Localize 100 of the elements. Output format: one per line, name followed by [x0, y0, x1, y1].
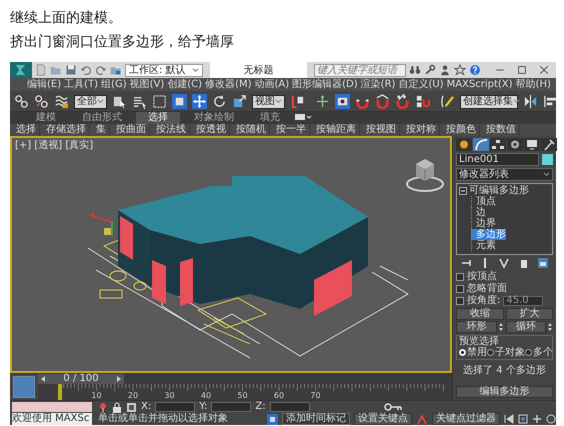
menu-item[interactable]: 图形编辑器(D) [291, 78, 359, 91]
dropdown[interactable]: 创建选择集 [460, 94, 518, 108]
workspace-dropdown[interactable]: 工作区: 默认 [125, 64, 203, 76]
stack-item[interactable]: 可编辑多边形 [469, 185, 529, 196]
viewport[interactable]: [+] [透视] [真实] [10, 136, 452, 373]
wrench-icon[interactable] [424, 64, 436, 76]
menu-item[interactable]: 渲染(R) [360, 78, 396, 91]
project-folder-icon[interactable] [110, 64, 122, 76]
key-icon[interactable] [384, 402, 402, 412]
configure-icon[interactable] [537, 257, 550, 269]
link-icon[interactable] [14, 94, 29, 109]
coordinate-field[interactable] [211, 402, 252, 412]
menu-item[interactable]: 编辑(E) [26, 78, 62, 91]
dropdown[interactable]: 视图 [252, 94, 285, 108]
stack-item[interactable]: 元素 [471, 240, 496, 251]
color-swatch-icon[interactable] [542, 154, 553, 165]
stack-item[interactable]: 多边形 [471, 229, 506, 240]
selection-button[interactable]: 扩大 [506, 308, 553, 320]
ribbon-tab[interactable]: 选择 [136, 112, 180, 124]
stack-item[interactable]: 边 [471, 207, 486, 218]
hierarchy-icon[interactable] [490, 138, 506, 151]
align-icon[interactable] [543, 94, 558, 109]
ribbon-tab[interactable]: 建模 [24, 112, 68, 124]
sun-icon[interactable] [456, 138, 472, 151]
transform-gizmo-icon[interactable] [90, 212, 113, 236]
hammer-icon[interactable] [541, 138, 557, 151]
menu-item[interactable]: 组(G) [100, 78, 128, 91]
spinner-snap-icon[interactable] [415, 94, 430, 109]
fork-icon[interactable] [498, 257, 510, 269]
set-key-button[interactable]: 设置关键点 [354, 413, 412, 425]
pan-icon[interactable] [532, 414, 542, 424]
help-icon[interactable] [469, 64, 481, 76]
checkbox[interactable] [456, 296, 464, 304]
selection-mode-icon[interactable] [126, 402, 137, 412]
manipulate-icon[interactable] [315, 94, 330, 109]
curve-icon[interactable] [473, 138, 489, 151]
rectangular-region-icon[interactable] [152, 94, 167, 109]
mirror-icon[interactable] [523, 94, 538, 109]
go-to-start-icon[interactable] [504, 414, 514, 424]
space-warp-icon[interactable] [54, 94, 69, 109]
lock-icon[interactable] [112, 402, 122, 412]
stack-item[interactable]: 顶点 [471, 196, 496, 207]
move-icon[interactable] [192, 94, 207, 109]
app-logo-icon[interactable] [10, 62, 32, 78]
time-tag-field[interactable]: 添加时间标记 [282, 413, 350, 425]
modifier-list-dropdown[interactable]: 修改器列表 [456, 168, 553, 181]
menu-item[interactable]: 自定义(U) [397, 78, 445, 91]
expand-toggle-icon[interactable] [459, 186, 467, 194]
ribbon-tab[interactable]: 对象绘制 [182, 112, 246, 124]
monitor-icon[interactable] [524, 138, 540, 151]
radio-button[interactable] [487, 349, 494, 356]
radio-button[interactable] [525, 349, 532, 356]
loop-button[interactable]: 环形 [456, 321, 496, 333]
checkbox[interactable] [456, 284, 464, 292]
viewport-label[interactable]: [+] [透视] [真实] [15, 140, 94, 151]
rollout-header[interactable]: 编辑多边形 [456, 386, 553, 398]
menu-item[interactable]: 创建(C) [166, 78, 204, 91]
close-icon[interactable] [538, 64, 550, 76]
maximize-icon[interactable] [516, 64, 528, 76]
orbit-icon[interactable] [546, 414, 556, 424]
ribbon-tab[interactable]: 自由形式 [70, 112, 134, 124]
rotate-icon[interactable] [212, 94, 227, 109]
wheel-icon[interactable] [507, 138, 523, 151]
next-icon[interactable] [116, 375, 122, 383]
menu-item[interactable]: 工具(T) [63, 78, 100, 91]
edit-named-selection-icon[interactable] [440, 94, 455, 109]
select-by-name-icon[interactable] [132, 94, 147, 109]
percent-snap-icon[interactable] [395, 94, 410, 109]
view-cube-icon[interactable] [406, 159, 444, 192]
selection-button[interactable]: 收缩 [456, 308, 504, 320]
menu-item[interactable]: MAXScript(X) [446, 78, 514, 91]
object-name-field[interactable]: Line001 [456, 153, 539, 166]
unlink-icon[interactable] [34, 94, 49, 109]
select-object-icon[interactable] [112, 94, 127, 109]
key-filters-button[interactable]: 关键点过滤器 [432, 413, 500, 425]
dropdown[interactable]: 全部 [74, 94, 107, 108]
coordinate-field[interactable] [270, 402, 310, 412]
coordinate-field[interactable] [155, 402, 196, 412]
slider-thumb[interactable]: 0 / 100 [38, 374, 124, 384]
time-slider[interactable]: 0 / 100 [38, 374, 452, 384]
binoculars-icon[interactable] [409, 64, 421, 76]
redo-icon[interactable] [95, 64, 107, 76]
window-crossing-icon[interactable] [172, 94, 187, 109]
ribbon-toggle-icon[interactable] [294, 112, 312, 122]
menu-item[interactable]: 帮助(H) [514, 78, 552, 91]
time-marker-icon[interactable] [58, 384, 62, 400]
zoom-extents-icon[interactable] [518, 414, 528, 424]
save-icon[interactable] [65, 64, 77, 76]
script-listener-field[interactable] [12, 402, 92, 412]
menu-item[interactable]: 修改器(M) [204, 78, 252, 91]
menu-item[interactable]: 视图(V) [128, 78, 166, 91]
angle-field[interactable]: 45.0 [503, 296, 544, 306]
menu-item[interactable]: 动画(A) [254, 78, 290, 91]
angle-snap-icon[interactable] [375, 94, 390, 109]
previous-icon[interactable] [40, 375, 46, 383]
undo-icon[interactable] [80, 64, 92, 76]
loop-button[interactable]: 循环 [506, 321, 546, 333]
checkbox[interactable] [456, 272, 464, 280]
user-icon[interactable] [439, 64, 451, 76]
star-icon[interactable] [454, 64, 466, 76]
